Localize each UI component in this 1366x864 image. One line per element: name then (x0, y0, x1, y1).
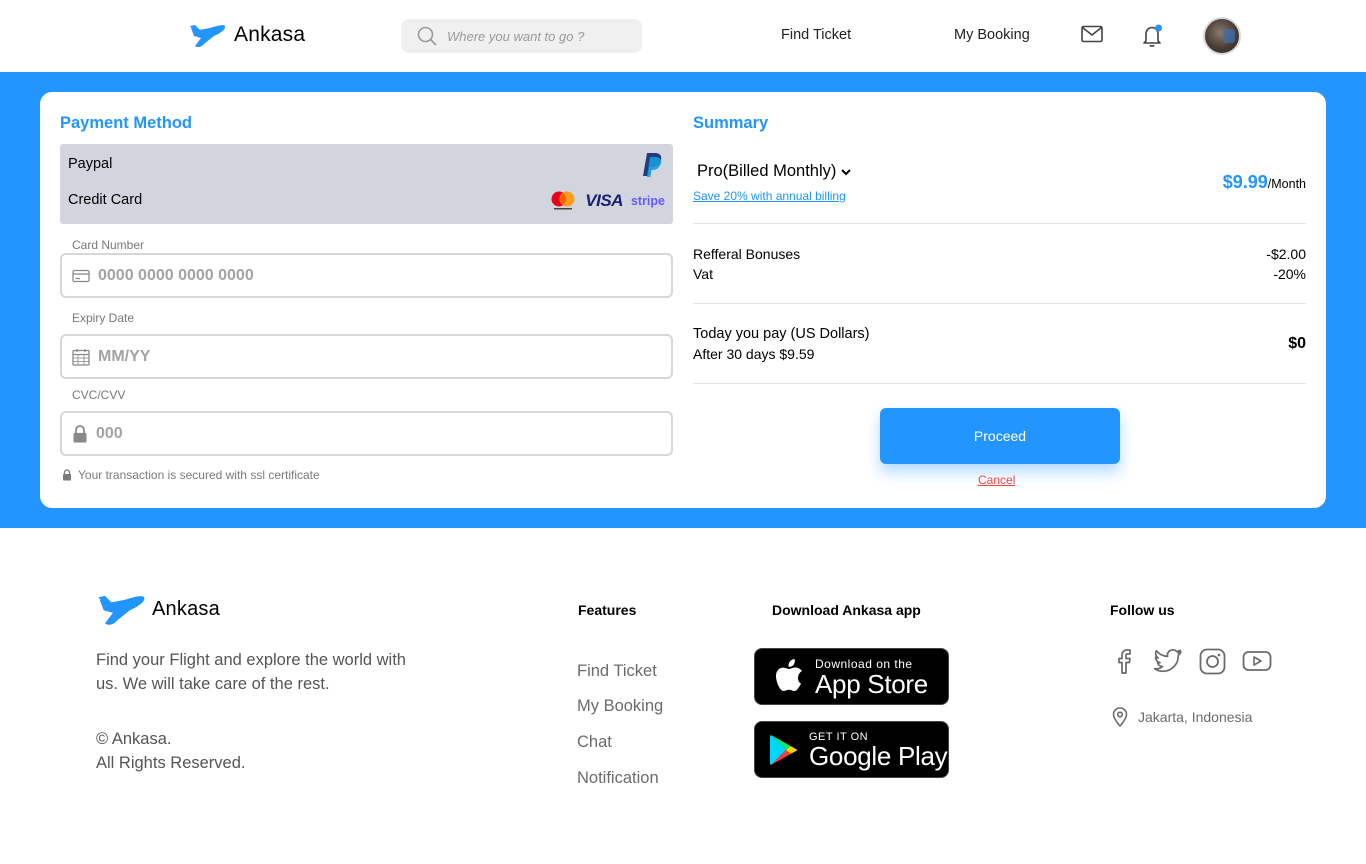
calendar-icon (72, 348, 90, 366)
plan-price: $9.99 /Month (1223, 172, 1306, 193)
visa-logo-icon: VISA (585, 191, 623, 210)
lock-icon (73, 424, 87, 442)
annual-billing-link[interactable]: Save 20% with annual billing (693, 189, 846, 203)
search-bar[interactable] (401, 19, 642, 53)
price-period: /Month (1267, 177, 1306, 191)
footer-location: Jakarta, Indonesia (1112, 707, 1252, 727)
google-play-logo-icon (770, 734, 798, 765)
summary-title: Summary (693, 114, 769, 132)
footer-tagline: Find your Flight and explore the world w… (96, 651, 406, 693)
cvc-label: CVC/CVV (72, 388, 126, 402)
footer-link-chat[interactable]: Chat (577, 733, 612, 752)
mail-icon[interactable] (1081, 25, 1103, 43)
footer-link-find-ticket[interactable]: Find Ticket (577, 662, 657, 681)
referral-value: -$2.00 (1266, 246, 1306, 262)
google-play-big-text: Google Play (809, 740, 948, 771)
expiry-date-input[interactable] (98, 347, 638, 366)
option-paypal[interactable]: Paypal (68, 156, 112, 172)
card-number-label: Card Number (72, 238, 145, 252)
top-navbar: Ankasa Find Ticket My Booking (0, 0, 1366, 72)
plan-name: Pro(Billed Monthly) (697, 162, 837, 180)
credit-card-icon (72, 269, 90, 282)
summary-divider (693, 223, 1306, 224)
facebook-icon[interactable] (1114, 648, 1134, 674)
payment-options-panel: Paypal Credit Card VISA stripe (60, 144, 673, 224)
referral-label: Refferal Bonuses (693, 246, 801, 262)
cvc-input[interactable] (96, 424, 636, 443)
location-text: Jakarta, Indonesia (1138, 709, 1253, 725)
secure-note: Your transaction is secured with ssl cer… (62, 468, 320, 482)
search-input[interactable] (447, 28, 627, 44)
cvc-field[interactable] (60, 411, 673, 456)
payment-method-title: Payment Method (60, 114, 193, 132)
small-lock-icon (63, 469, 71, 481)
summary-divider (693, 303, 1306, 304)
instagram-icon[interactable] (1199, 648, 1226, 675)
location-pin-icon (1112, 707, 1128, 727)
option-credit-card[interactable]: Credit Card (68, 192, 142, 208)
footer-link-notification[interactable]: Notification (577, 769, 659, 788)
expiry-date-label: Expiry Date (72, 311, 135, 325)
proceed-button[interactable]: Proceed (880, 408, 1120, 464)
follow-us-heading: Follow us (1110, 602, 1175, 618)
features-heading: Features (578, 602, 637, 618)
price-amount: $9.99 (1222, 172, 1268, 192)
vat-label: Vat (693, 266, 713, 282)
payment-band: Payment Method Paypal Credit Card VISA s… (0, 72, 1366, 528)
google-play-badge[interactable]: GET IT ON Google Play (754, 721, 949, 778)
notification-bell-icon[interactable] (1142, 24, 1164, 48)
user-avatar[interactable] (1203, 17, 1241, 55)
youtube-icon[interactable] (1242, 648, 1272, 674)
apple-logo-icon (776, 658, 802, 691)
app-store-big-text: App Store (815, 668, 928, 699)
download-heading: Download Ankasa app (772, 602, 921, 618)
nav-find-ticket[interactable]: Find Ticket (781, 27, 851, 43)
cancel-link[interactable]: Cancel (978, 473, 1015, 487)
brand-logo[interactable]: Ankasa (190, 22, 305, 48)
today-pay-label: Today you pay (US Dollars) (693, 326, 870, 342)
chevron-down-icon (841, 168, 852, 175)
copyright-line: All Rights Reserved. (96, 754, 246, 772)
mastercard-logo-icon (551, 191, 575, 210)
card-brand-logos: VISA stripe (549, 190, 665, 212)
copyright-line: © Ankasa. (96, 730, 172, 748)
nav-my-booking[interactable]: My Booking (954, 27, 1030, 43)
search-icon (417, 26, 437, 46)
expiry-date-field[interactable] (60, 334, 673, 379)
twitter-icon[interactable] (1153, 648, 1183, 674)
card-number-input[interactable] (98, 266, 638, 285)
copyright: © Ankasa. All Rights Reserved. (96, 727, 245, 775)
footer-brand-name: Ankasa (152, 597, 220, 620)
brand-name: Ankasa (234, 23, 306, 46)
secure-note-text: Your transaction is secured with ssl cer… (78, 468, 320, 482)
payment-card: Payment Method Paypal Credit Card VISA s… (40, 92, 1326, 508)
footer-brand-logo[interactable]: Ankasa (96, 592, 220, 626)
vat-value: -20% (1273, 266, 1306, 282)
footer-link-my-booking[interactable]: My Booking (577, 697, 663, 716)
app-store-badge[interactable]: Download on the App Store (754, 648, 949, 705)
summary-divider (693, 383, 1306, 384)
plane-logo-icon (190, 25, 226, 48)
plan-selector[interactable]: Pro(Billed Monthly) (697, 162, 852, 181)
plane-logo-icon (98, 595, 145, 625)
today-pay-value: $0 (1288, 335, 1306, 352)
paypal-logo-icon (643, 153, 662, 177)
card-number-field[interactable] (60, 253, 673, 298)
stripe-logo-icon: stripe (630, 194, 665, 208)
after-30-days-label: After 30 days $9.59 (693, 346, 815, 362)
